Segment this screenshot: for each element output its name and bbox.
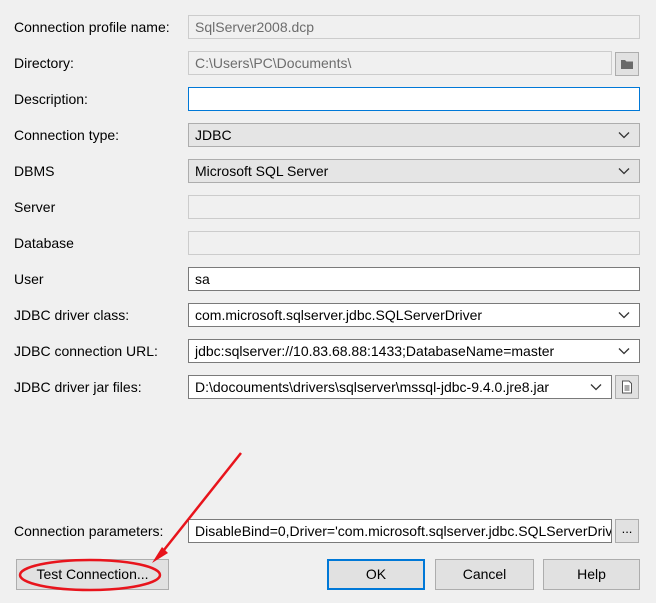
connection-url-value: jdbc:sqlserver://10.83.68.88:1433;Databa…	[195, 343, 555, 359]
driver-jar-value: D:\docouments\drivers\sqlserver\mssql-jd…	[195, 379, 550, 395]
connection-type-select[interactable]: JDBC	[188, 123, 640, 147]
connection-type-value: JDBC	[195, 127, 232, 143]
ellipsis-label: ...	[621, 521, 633, 536]
connection-url-select[interactable]: jdbc:sqlserver://10.83.68.88:1433;Databa…	[188, 339, 640, 363]
driver-jar-label: JDBC driver jar files:	[14, 379, 142, 395]
profile-name-label: Connection profile name:	[14, 19, 170, 35]
connection-type-label: Connection type:	[14, 127, 120, 143]
server-field[interactable]	[188, 195, 640, 219]
help-button[interactable]: Help	[543, 559, 640, 590]
edit-params-button[interactable]: ...	[615, 519, 639, 543]
ok-button[interactable]: OK	[327, 559, 425, 590]
description-field[interactable]	[188, 87, 640, 111]
document-icon	[622, 380, 632, 394]
driver-jar-select[interactable]: D:\docouments\drivers\sqlserver\mssql-jd…	[188, 375, 612, 399]
driver-class-value: com.microsoft.sqlserver.jdbc.SQLServerDr…	[195, 307, 483, 323]
chevron-down-icon	[589, 376, 603, 398]
dbms-label: DBMS	[14, 163, 55, 179]
dbms-value: Microsoft SQL Server	[195, 163, 329, 179]
user-field[interactable]: sa	[188, 267, 640, 291]
chevron-down-icon	[617, 124, 631, 146]
directory-label: Directory:	[14, 55, 74, 71]
connection-url-label: JDBC connection URL:	[14, 343, 158, 359]
test-connection-button[interactable]: Test Connection...	[16, 559, 169, 590]
description-label: Description:	[14, 91, 88, 107]
cancel-button[interactable]: Cancel	[435, 559, 534, 590]
chevron-down-icon	[617, 340, 631, 362]
driver-class-select[interactable]: com.microsoft.sqlserver.jdbc.SQLServerDr…	[188, 303, 640, 327]
connection-params-field[interactable]: DisableBind=0,Driver='com.microsoft.sqls…	[188, 519, 612, 543]
driver-class-label: JDBC driver class:	[14, 307, 130, 323]
connection-params-label: Connection parameters:	[14, 523, 164, 539]
user-label: User	[14, 271, 44, 287]
chevron-down-icon	[617, 160, 631, 182]
chevron-down-icon	[617, 304, 631, 326]
server-label: Server	[14, 199, 56, 215]
dbms-select[interactable]: Microsoft SQL Server	[188, 159, 640, 183]
browse-directory-button[interactable]	[615, 52, 639, 76]
directory-field[interactable]: C:\Users\PC\Documents\	[188, 51, 612, 75]
database-field[interactable]	[188, 231, 640, 255]
profile-name-field[interactable]: SqlServer2008.dcp	[188, 15, 640, 39]
database-label: Database	[14, 235, 74, 251]
folder-icon	[621, 60, 633, 69]
edit-jar-files-button[interactable]	[615, 375, 639, 399]
